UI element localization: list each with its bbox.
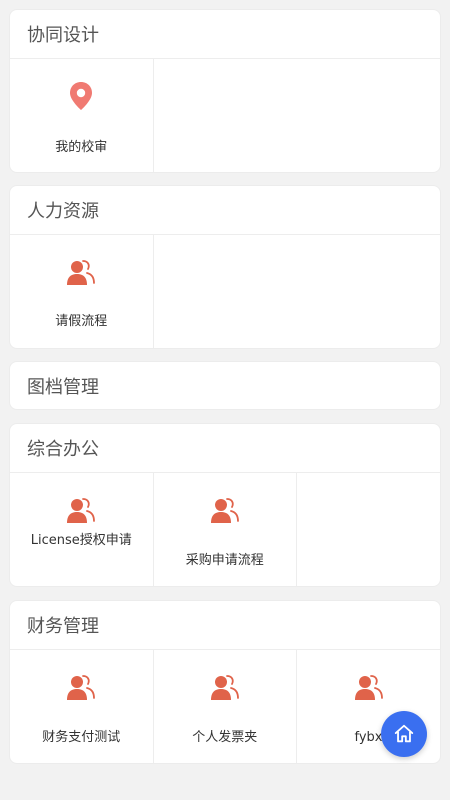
menu-item-label: 我的校审 [55,140,108,155]
section-title: 人力资源 [27,201,99,222]
people-icon [67,498,96,523]
menu-item-personal-invoice-folder[interactable]: 个人发票夹 [154,650,297,763]
empty-cell [154,59,441,172]
menu-item-label: 个人发票夹 [192,730,258,745]
section-collaborative-design: 协同设计 我的校审 [9,9,441,173]
menu-item-leave-process[interactable]: 请假流程 [10,235,154,348]
location-pin-icon [70,82,93,110]
menu-item-label: 财务支付测试 [42,730,121,745]
people-icon [210,498,239,523]
app-page: 协同设计 我的校审 人力资源 请假流程 图档管理 综合办公 License授权申… [0,0,450,800]
section-general-office: 综合办公 License授权申请 采购申请流程 [9,423,441,587]
menu-item-finance-payment-test[interactable]: 财务支付测试 [10,650,154,763]
menu-item-purchase-request[interactable]: 采购申请流程 [154,473,297,586]
section-finance-management: 财务管理 财务支付测试 个人发票夹 fybx [9,600,441,764]
menu-item-label: 采购申请流程 [185,553,264,568]
section-title: 财务管理 [27,616,99,637]
section-title: 综合办公 [27,439,99,460]
people-icon [354,675,383,700]
section-title: 图档管理 [27,377,99,398]
people-icon [67,260,96,285]
empty-cell [297,473,440,586]
section-drawing-management[interactable]: 图档管理 [9,361,441,410]
menu-item-license-request[interactable]: License授权申请 [10,473,154,586]
home-icon [394,724,414,743]
section-human-resources: 人力资源 请假流程 [9,185,441,349]
people-icon [67,675,96,700]
empty-cell [154,235,441,348]
people-icon [210,675,239,700]
menu-item-label: 请假流程 [55,314,108,329]
menu-item-label: License授权申请 [30,533,132,548]
home-button[interactable] [381,711,427,757]
section-title: 协同设计 [27,25,99,46]
menu-item-my-review[interactable]: 我的校审 [10,59,154,172]
